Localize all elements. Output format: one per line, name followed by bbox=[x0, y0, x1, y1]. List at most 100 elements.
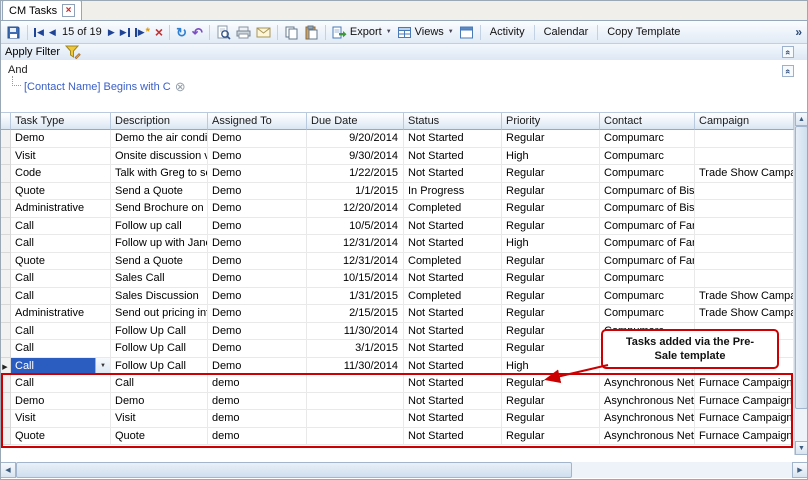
cell-contact[interactable]: Compumarc bbox=[600, 305, 695, 323]
cell-campaign[interactable] bbox=[695, 130, 794, 148]
cell-contact[interactable]: Compumarc bbox=[600, 130, 695, 148]
cell-status[interactable]: Not Started bbox=[404, 393, 502, 411]
cell-assigned-to[interactable]: Demo bbox=[208, 305, 307, 323]
cell-due-date[interactable]: 1/31/2015 bbox=[307, 288, 404, 306]
cell-campaign[interactable] bbox=[695, 235, 794, 253]
column-header-campaign[interactable]: Campaign bbox=[695, 112, 794, 130]
cell-contact[interactable]: Asynchronous Netw... bbox=[600, 375, 695, 393]
cell-campaign[interactable]: Furnace Campaign bbox=[695, 375, 794, 393]
cell-assigned-to[interactable]: demo bbox=[208, 393, 307, 411]
cell-status[interactable]: Not Started bbox=[404, 323, 502, 341]
cell-assigned-to[interactable]: demo bbox=[208, 410, 307, 428]
column-header-description[interactable]: Description bbox=[111, 112, 208, 130]
copy-button[interactable] bbox=[282, 23, 301, 42]
cell-assigned-to[interactable]: Demo bbox=[208, 253, 307, 271]
cell-task-type[interactable]: Demo bbox=[11, 130, 111, 148]
row-indicator-cell[interactable] bbox=[0, 218, 11, 236]
activity-button[interactable]: Activity bbox=[485, 23, 530, 42]
cell-due-date[interactable] bbox=[307, 375, 404, 393]
horizontal-scrollbar[interactable]: ◀ ▶ bbox=[0, 462, 808, 478]
cell-priority[interactable]: Regular bbox=[502, 183, 600, 201]
copy-template-button[interactable]: Copy Template bbox=[602, 23, 685, 42]
cell-description[interactable]: Sales Discussion bbox=[111, 288, 208, 306]
scroll-left-button[interactable]: ◀ bbox=[0, 462, 16, 478]
row-indicator-cell[interactable] bbox=[0, 428, 11, 446]
row-indicator-cell[interactable] bbox=[0, 340, 11, 358]
vertical-scroll-thumb[interactable] bbox=[795, 126, 808, 409]
vertical-scrollbar[interactable]: ▲ ▼ bbox=[795, 112, 808, 455]
cell-due-date[interactable]: 10/5/2014 bbox=[307, 218, 404, 236]
cell-campaign[interactable] bbox=[695, 218, 794, 236]
cell-status[interactable]: Not Started bbox=[404, 130, 502, 148]
nav-last-button[interactable]: ▶ bbox=[118, 23, 132, 42]
nav-previous-button[interactable]: ◀ bbox=[47, 23, 58, 42]
cell-task-type[interactable]: Quote bbox=[11, 253, 111, 271]
cell-assigned-to[interactable]: demo bbox=[208, 375, 307, 393]
paste-button[interactable] bbox=[302, 23, 321, 42]
row-indicator-cell[interactable] bbox=[0, 235, 11, 253]
cell-campaign[interactable]: Furnace Campaign bbox=[695, 393, 794, 411]
horizontal-scroll-track[interactable] bbox=[572, 462, 792, 478]
cell-status[interactable]: Not Started bbox=[404, 428, 502, 446]
combo-dropdown-button[interactable]: ▼ bbox=[95, 358, 110, 375]
cell-campaign[interactable] bbox=[695, 183, 794, 201]
cell-priority[interactable]: Regular bbox=[502, 410, 600, 428]
nav-first-button[interactable]: ◀ bbox=[32, 23, 46, 42]
cell-description[interactable]: Send a Quote bbox=[111, 183, 208, 201]
new-record-button[interactable]: ▶* bbox=[133, 23, 152, 42]
cell-assigned-to[interactable]: Demo bbox=[208, 130, 307, 148]
cell-task-type[interactable]: Quote bbox=[11, 428, 111, 446]
print-button[interactable] bbox=[234, 23, 253, 42]
cell-contact[interactable]: Asynchronous Netw... bbox=[600, 393, 695, 411]
cell-description[interactable]: Follow up with Jane bbox=[111, 235, 208, 253]
cell-description[interactable]: Send a Quote bbox=[111, 253, 208, 271]
cell-contact[interactable]: Compumarc bbox=[600, 165, 695, 183]
cell-assigned-to[interactable]: Demo bbox=[208, 235, 307, 253]
column-header-status[interactable]: Status bbox=[404, 112, 502, 130]
cell-status[interactable]: Completed bbox=[404, 200, 502, 218]
cell-campaign[interactable]: Trade Show Campaign bbox=[695, 288, 794, 306]
filter-condition[interactable]: [Contact Name] Begins with C bbox=[24, 81, 171, 93]
cell-assigned-to[interactable]: Demo bbox=[208, 200, 307, 218]
row-indicator-cell[interactable] bbox=[0, 288, 11, 306]
cell-task-type[interactable]: Call bbox=[11, 270, 111, 288]
cell-campaign[interactable] bbox=[695, 148, 794, 166]
cell-status[interactable]: Completed bbox=[404, 288, 502, 306]
row-indicator-cell[interactable] bbox=[0, 130, 11, 148]
cell-due-date[interactable]: 2/15/2015 bbox=[307, 305, 404, 323]
cell-campaign[interactable]: Trade Show Campaign bbox=[695, 165, 794, 183]
cell-assigned-to[interactable]: Demo bbox=[208, 358, 307, 376]
cell-priority[interactable]: Regular bbox=[502, 428, 600, 446]
cell-campaign[interactable]: Trade Show Campaign bbox=[695, 305, 794, 323]
toolbar-overflow-button[interactable]: » bbox=[793, 23, 804, 42]
cell-priority[interactable]: High bbox=[502, 358, 600, 376]
cell-due-date[interactable]: 9/30/2014 bbox=[307, 148, 404, 166]
cell-task-type[interactable]: Demo bbox=[11, 393, 111, 411]
cell-priority[interactable]: Regular bbox=[502, 218, 600, 236]
cell-description[interactable]: Talk with Greg to se... bbox=[111, 165, 208, 183]
cell-description[interactable]: Send out pricing info... bbox=[111, 305, 208, 323]
cell-description[interactable]: Send Brochure on u... bbox=[111, 200, 208, 218]
cell-assigned-to[interactable]: Demo bbox=[208, 148, 307, 166]
scroll-up-button[interactable]: ▲ bbox=[795, 112, 808, 126]
cell-description[interactable]: Follow Up Call bbox=[111, 358, 208, 376]
cell-due-date[interactable]: 1/1/2015 bbox=[307, 183, 404, 201]
cell-task-type[interactable]: Call bbox=[11, 235, 111, 253]
cell-description[interactable]: Visit bbox=[111, 410, 208, 428]
cell-due-date[interactable]: 12/31/2014 bbox=[307, 253, 404, 271]
row-indicator-cell[interactable] bbox=[0, 253, 11, 271]
export-button[interactable]: Export ▼ bbox=[330, 23, 394, 42]
cell-task-type[interactable]: Call bbox=[11, 340, 111, 358]
cell-assigned-to[interactable]: Demo bbox=[208, 183, 307, 201]
cell-task-type[interactable]: Call▼ bbox=[11, 358, 111, 376]
scroll-right-button[interactable]: ▶ bbox=[792, 462, 808, 478]
cell-priority[interactable]: Regular bbox=[502, 130, 600, 148]
print-preview-button[interactable] bbox=[214, 23, 233, 42]
cell-due-date[interactable] bbox=[307, 410, 404, 428]
cell-campaign[interactable] bbox=[695, 270, 794, 288]
cell-contact[interactable]: Compumarc of Bism... bbox=[600, 183, 695, 201]
cell-due-date[interactable]: 12/20/2014 bbox=[307, 200, 404, 218]
horizontal-scroll-thumb[interactable] bbox=[16, 462, 572, 478]
cell-description[interactable]: Call bbox=[111, 375, 208, 393]
cell-due-date[interactable]: 9/20/2014 bbox=[307, 130, 404, 148]
